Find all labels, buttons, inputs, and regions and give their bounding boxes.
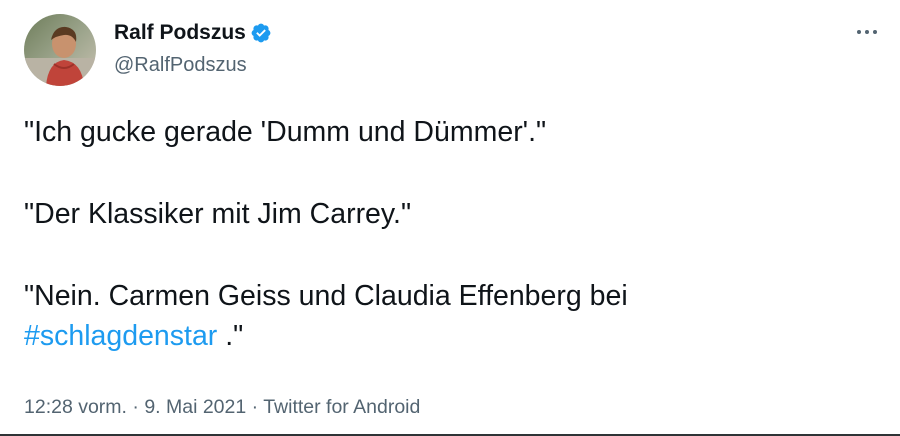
avatar-image xyxy=(24,14,96,86)
tweet-text: "Ich gucke gerade 'Dumm und Dümmer'." "D… xyxy=(24,112,876,356)
author-block: Ralf Podszus @RalfPodszus xyxy=(114,18,272,77)
author-handle[interactable]: @RalfPodszus xyxy=(114,54,272,77)
name-row: Ralf Podszus xyxy=(114,18,272,48)
tweet-line-2: "Der Klassiker mit Jim Carrey." xyxy=(24,198,412,230)
meta-separator: · xyxy=(126,396,145,418)
meta-separator: · xyxy=(246,396,264,418)
hashtag-link[interactable]: #schlagdenstar xyxy=(24,320,217,352)
tweet-header: Ralf Podszus @RalfPodszus xyxy=(24,14,882,88)
verified-badge-icon xyxy=(250,22,272,44)
tweet-time[interactable]: 12:28 vorm. xyxy=(24,396,127,418)
tweet-source[interactable]: Twitter for Android xyxy=(263,396,420,418)
tweet-line-1: "Ich gucke gerade 'Dumm und Dümmer'." xyxy=(24,116,547,148)
more-options-icon[interactable] xyxy=(852,20,882,44)
avatar[interactable] xyxy=(24,14,96,86)
tweet-line-3: "Nein. Carmen Geiss und Claudia Effenber… xyxy=(24,276,876,356)
author-display-name[interactable]: Ralf Podszus xyxy=(114,21,246,45)
tweet-line-3-tail: ." xyxy=(217,320,244,352)
tweet-date[interactable]: 9. Mai 2021 xyxy=(144,396,246,418)
tweet-line-3-text: "Nein. Carmen Geiss und Claudia Effenber… xyxy=(24,280,628,312)
tweet-card: Ralf Podszus @RalfPodszus "Ich gucke ger… xyxy=(0,0,900,436)
tweet-meta: 12:28 vorm. · 9. Mai 2021 · Twitter for … xyxy=(24,396,420,419)
